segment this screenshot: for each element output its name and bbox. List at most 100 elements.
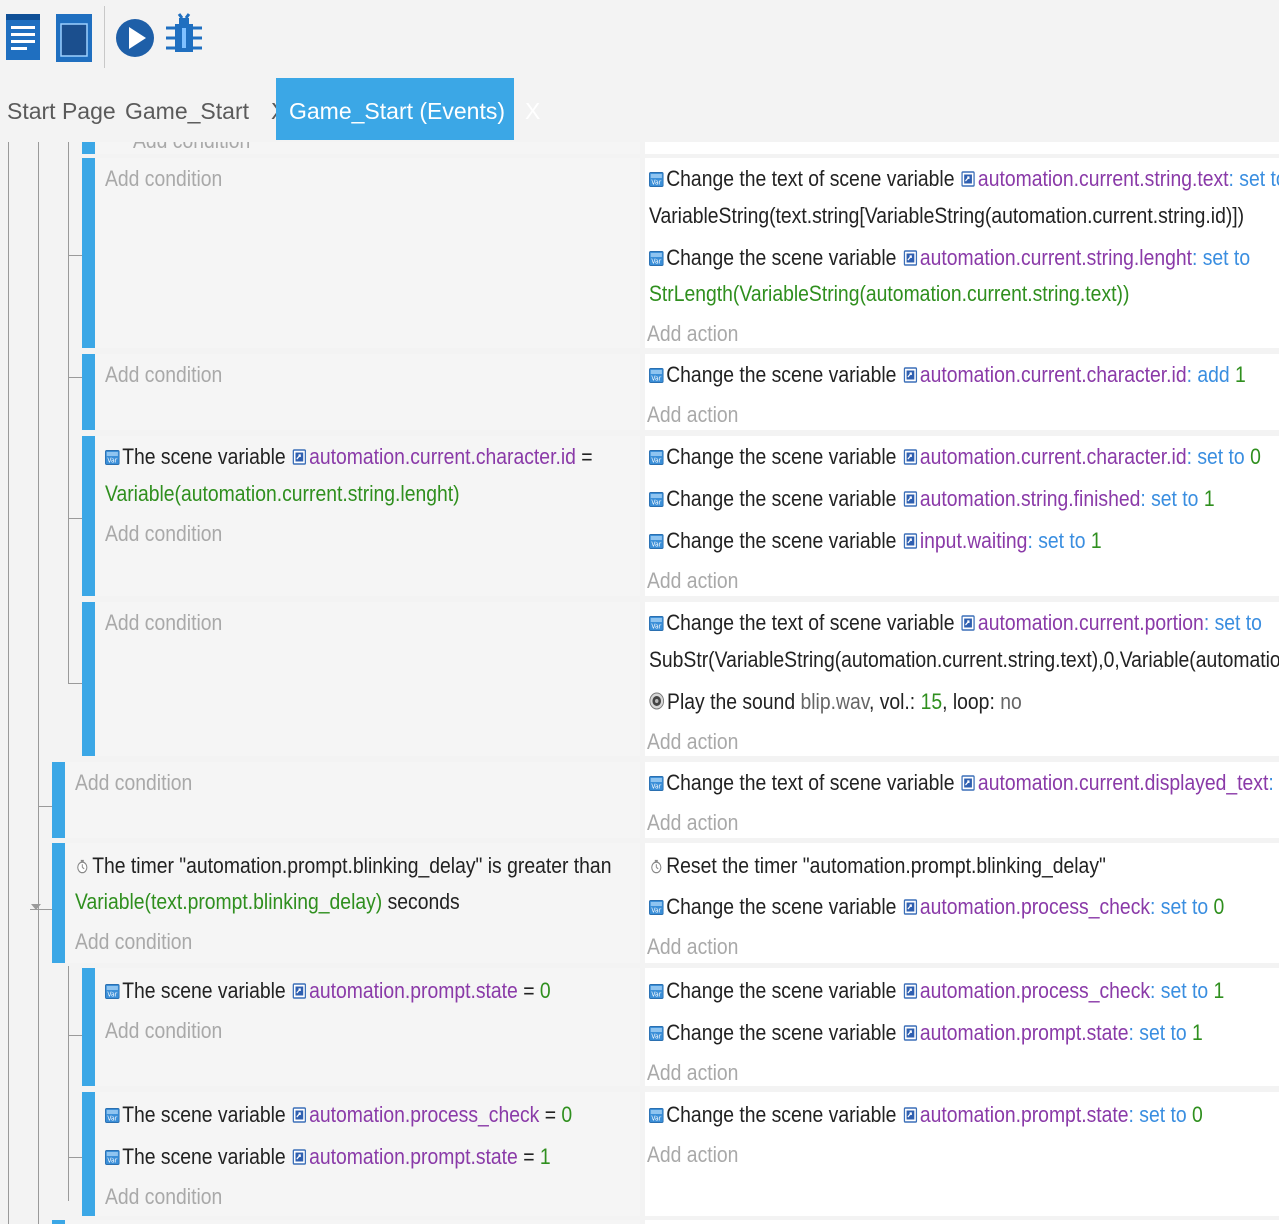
collapse-arrow-icon[interactable] bbox=[31, 904, 41, 910]
tab-game-start-events[interactable]: Game_Start (Events) X bbox=[276, 78, 540, 140]
variable-reference-icon bbox=[904, 983, 918, 999]
debugger-bug-icon[interactable] bbox=[162, 8, 208, 66]
add-action-link[interactable]: Add action bbox=[647, 402, 738, 428]
action-item[interactable]: Change the text of scene variable automa… bbox=[649, 770, 1279, 796]
scene-variable-icon bbox=[649, 1108, 664, 1123]
tree-line bbox=[38, 806, 52, 807]
toolbar-separator bbox=[104, 6, 105, 68]
variable-reference-icon bbox=[962, 775, 976, 791]
variable-reference-icon bbox=[293, 1107, 307, 1123]
scene-variable-icon bbox=[649, 172, 664, 187]
add-condition-link[interactable]: Add condition bbox=[105, 610, 222, 636]
project-manager-icon[interactable] bbox=[2, 8, 48, 66]
add-action-link[interactable]: Add action bbox=[647, 934, 738, 960]
action-item[interactable]: Change the scene variable input.waiting:… bbox=[649, 528, 1102, 554]
action-item[interactable]: Change the text of scene variable automa… bbox=[649, 166, 1279, 192]
timer-icon bbox=[649, 859, 664, 874]
conditions-column: Add condition bbox=[65, 762, 640, 838]
add-condition-link[interactable]: Add condition bbox=[105, 1184, 222, 1210]
scene-variable-icon bbox=[649, 251, 664, 266]
action-expression[interactable]: SubStr(VariableString(automation.current… bbox=[649, 647, 1279, 673]
tree-line bbox=[68, 518, 82, 519]
event-row[interactable]: Add condition Change the text of scene v… bbox=[52, 762, 1279, 838]
actions-column: Reset the timer "automation.prompt.blink… bbox=[645, 843, 1279, 963]
conditions-column: The scene variable automation.process_ch… bbox=[95, 1092, 640, 1216]
action-item[interactable]: Change the scene variable automation.cur… bbox=[649, 444, 1261, 470]
tab-close-icon[interactable]: X bbox=[525, 98, 540, 124]
condition-expression[interactable]: Variable(automation.current.string.lengh… bbox=[105, 481, 460, 507]
add-action-link[interactable]: Add action bbox=[647, 568, 738, 594]
event-row[interactable]: The scene variable automation.prompt.sta… bbox=[82, 968, 1279, 1086]
tab-bar: Start Page Game_StartX Game_Start (Event… bbox=[0, 78, 1279, 142]
add-action-link[interactable]: Add action bbox=[647, 321, 738, 347]
variable-reference-icon bbox=[962, 171, 976, 187]
add-condition-link[interactable]: Add condition bbox=[105, 521, 222, 547]
tree-line bbox=[8, 142, 9, 1224]
action-item[interactable]: Change the scene variable automation.cur… bbox=[649, 245, 1250, 271]
add-condition-link[interactable]: Add condition bbox=[105, 166, 222, 192]
variable-reference-icon bbox=[904, 491, 918, 507]
add-action-link[interactable]: Add action bbox=[647, 810, 738, 836]
tab-game-start[interactable]: Game_StartX bbox=[125, 78, 286, 140]
add-action-link[interactable]: Add action bbox=[647, 729, 738, 755]
condition-expression-line[interactable]: Variable(text.prompt.blinking_delay) sec… bbox=[75, 889, 460, 915]
actions-column: Change the scene variable automation.pro… bbox=[645, 968, 1279, 1086]
actions-column: Change the scene variable automation.cur… bbox=[645, 436, 1279, 596]
preview-play-icon[interactable] bbox=[114, 8, 160, 66]
tab-game-start-label: Game_Start bbox=[125, 98, 249, 124]
tab-start-page[interactable]: Start Page bbox=[7, 78, 116, 140]
add-condition-link[interactable]: Add condition bbox=[75, 929, 192, 955]
action-item[interactable]: Change the scene variable automation.cur… bbox=[649, 362, 1246, 388]
event-row[interactable]: The scene variable automation.process_ch… bbox=[82, 1092, 1279, 1216]
scene-variable-icon bbox=[649, 616, 664, 631]
actions-column bbox=[645, 142, 1279, 154]
action-item[interactable]: Change the scene variable automation.pro… bbox=[649, 978, 1224, 1004]
add-condition-link[interactable]: Add condition bbox=[105, 1018, 222, 1044]
add-condition-link[interactable]: Add condition bbox=[75, 770, 192, 796]
actions-column: Change the text of scene variable automa… bbox=[645, 602, 1279, 756]
variable-reference-icon bbox=[904, 1025, 918, 1041]
conditions-column: The timer "automation.prompt.blinking_de… bbox=[65, 843, 640, 963]
condition-item[interactable]: The scene variable automation.prompt.sta… bbox=[105, 1144, 551, 1170]
condition-item[interactable]: The scene variable automation.current.ch… bbox=[105, 444, 593, 470]
action-item[interactable]: Play the sound blip.wav, vol.: 15, loop:… bbox=[649, 689, 1022, 715]
tree-line bbox=[68, 1157, 82, 1158]
action-item[interactable]: Change the scene variable automation.str… bbox=[649, 486, 1215, 512]
add-action-link[interactable]: Add action bbox=[647, 1142, 738, 1168]
scene-variable-icon bbox=[649, 450, 664, 465]
add-condition-link[interactable]: Add condition bbox=[105, 362, 222, 388]
action-item[interactable]: Change the scene variable automation.pro… bbox=[649, 1020, 1203, 1046]
add-action-link[interactable]: Add action bbox=[647, 1060, 738, 1086]
event-row[interactable]: Add condition Change the text of scene v… bbox=[82, 602, 1279, 756]
variable-reference-icon bbox=[293, 449, 307, 465]
action-expression[interactable]: StrLength(VariableString(automation.curr… bbox=[649, 281, 1129, 307]
variable-reference-icon bbox=[904, 899, 918, 915]
action-item[interactable]: Change the text of scene variable automa… bbox=[649, 610, 1262, 636]
scene-variable-icon bbox=[649, 776, 664, 791]
event-row[interactable]: The scene variable automation.current.ch… bbox=[82, 436, 1279, 596]
action-item[interactable]: Change the scene variable automation.pro… bbox=[649, 1102, 1203, 1128]
condition-item[interactable]: The scene variable automation.prompt.sta… bbox=[105, 978, 551, 1004]
action-expression[interactable]: VariableString(text.string[VariableStrin… bbox=[649, 203, 1244, 229]
conditions-column: The scene variable automation.prompt.sta… bbox=[95, 968, 640, 1086]
event-row[interactable]: Add condition Change the text of scene v… bbox=[82, 158, 1279, 348]
add-condition-link[interactable]: Add condition bbox=[133, 142, 250, 154]
action-item[interactable]: Reset the timer "automation.prompt.blink… bbox=[649, 853, 1106, 879]
scene-editor-icon[interactable] bbox=[52, 8, 98, 66]
variable-reference-icon bbox=[904, 533, 918, 549]
event-row-partial[interactable]: Add condition bbox=[82, 142, 1279, 154]
tree-line bbox=[68, 255, 82, 256]
toolbar bbox=[0, 0, 1279, 78]
variable-reference-icon bbox=[293, 983, 307, 999]
condition-item[interactable]: The scene variable automation.process_ch… bbox=[105, 1102, 572, 1128]
tree-line bbox=[68, 966, 69, 1201]
event-row[interactable]: The timer "automation.prompt.blinking_de… bbox=[52, 843, 1279, 963]
scene-variable-icon bbox=[649, 534, 664, 549]
event-row[interactable]: Add condition Change the scene variable … bbox=[82, 354, 1279, 430]
event-row-partial[interactable] bbox=[52, 1220, 1279, 1224]
variable-reference-icon bbox=[904, 367, 918, 383]
conditions-column: The scene variable automation.current.ch… bbox=[95, 436, 640, 596]
action-item[interactable]: Change the scene variable automation.pro… bbox=[649, 894, 1224, 920]
variable-reference-icon bbox=[904, 250, 918, 266]
condition-item[interactable]: The timer "automation.prompt.blinking_de… bbox=[75, 853, 611, 879]
